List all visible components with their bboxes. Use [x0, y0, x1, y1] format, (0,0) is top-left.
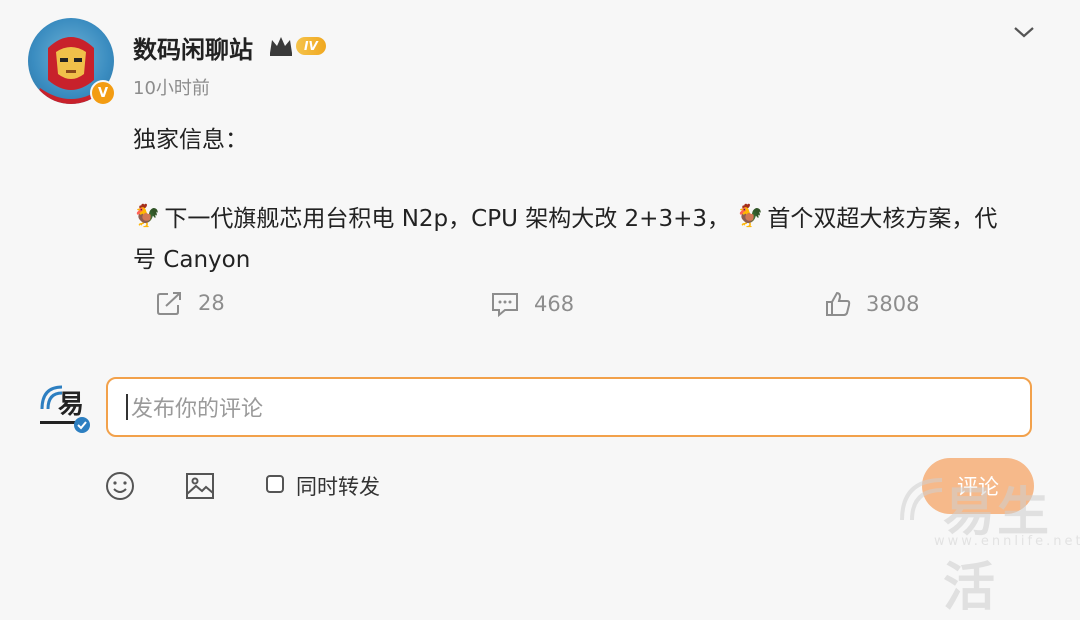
post-time: 10小时前	[133, 78, 210, 99]
post-text-part-2: 首个双超大核方案，代	[767, 206, 998, 232]
emoji-icon[interactable]	[104, 470, 136, 502]
repost-count: 28	[198, 291, 225, 315]
like-count: 3808	[866, 292, 920, 316]
vip-badge[interactable]: IV	[268, 34, 326, 58]
like-action[interactable]: 3808	[824, 290, 919, 318]
comment-icon	[492, 293, 518, 318]
crown-icon	[270, 37, 292, 56]
repost-label: 同时转发	[296, 475, 380, 499]
rooster-emoji-icon: 🐓	[735, 203, 764, 229]
text-cursor	[126, 394, 128, 420]
watermark: 易生活 www.ennlife.net	[896, 462, 1080, 618]
commenter-avatar: 易	[38, 381, 92, 435]
comment-action[interactable]: 468	[490, 290, 574, 318]
watermark-url: www.ennlife.net	[934, 534, 1080, 549]
rooster-emoji-icon: 🐓	[133, 203, 161, 229]
repost-action[interactable]: 28	[156, 290, 225, 316]
repost-icon	[157, 292, 181, 315]
like-icon	[826, 291, 851, 316]
post-text-part-1: 下一代旗舰芯用台积电 N2p，CPU 架构大改 2+3+3，	[164, 206, 730, 232]
verified-badge-icon: V	[90, 80, 116, 106]
vip-level: IV	[296, 37, 326, 55]
comment-input[interactable]: 发布你的评论	[106, 377, 1032, 437]
svg-text:易: 易	[58, 390, 84, 420]
post-line-1: 🐓 下一代旗舰芯用台积电 N2p，CPU 架构大改 2+3+3， 🐓 首个双超大…	[133, 199, 997, 233]
comment-placeholder: 发布你的评论	[131, 397, 264, 422]
post-line-2: 号 Canyon	[133, 247, 251, 273]
repost-checkbox[interactable]	[266, 475, 284, 493]
username[interactable]: 数码闲聊站	[133, 30, 253, 65]
image-icon[interactable]	[184, 470, 216, 502]
post-heading: 独家信息：	[133, 127, 248, 153]
comment-count: 468	[534, 292, 575, 316]
chevron-down-icon[interactable]	[1012, 22, 1036, 42]
user-avatar[interactable]: V	[28, 18, 116, 106]
